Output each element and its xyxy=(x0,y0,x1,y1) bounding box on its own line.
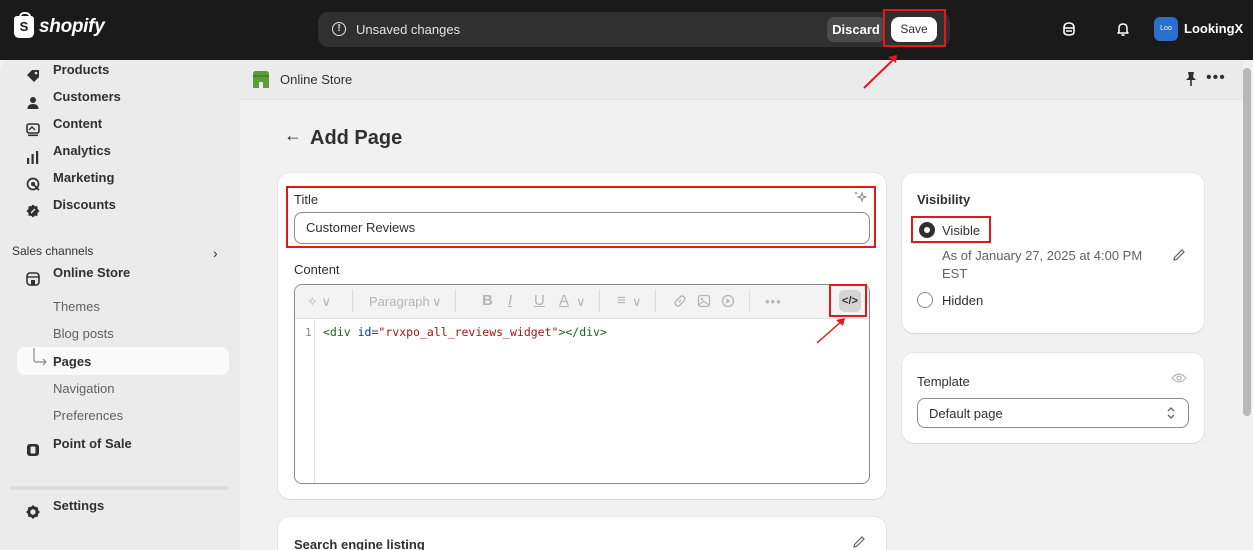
alert-circle-icon: ! xyxy=(332,22,346,36)
sidebar-item-themes[interactable]: Themes xyxy=(53,299,100,314)
discount-icon xyxy=(26,204,40,218)
toolbar-divider xyxy=(352,290,353,312)
sidebar-item-label: Marketing xyxy=(53,169,115,185)
visibility-title: Visibility xyxy=(917,192,971,207)
visible-timezone: EST xyxy=(942,266,968,281)
store-name: Online Store xyxy=(280,72,353,87)
more-horizontal-icon[interactable]: ••• xyxy=(1206,69,1226,87)
toolbar-divider xyxy=(455,290,456,312)
bell-icon[interactable] xyxy=(1115,21,1131,37)
sidebar-item-label: Point of Sale xyxy=(53,435,132,451)
code-line[interactable]: <div id="rvxpo_all_reviews_widget"></div… xyxy=(323,325,607,339)
template-title: Template xyxy=(917,374,970,389)
paragraph-format-select[interactable]: Paragraph xyxy=(369,294,430,309)
italic-icon[interactable]: I xyxy=(508,292,512,309)
pencil-icon[interactable] xyxy=(852,535,866,549)
chevron-down-icon[interactable]: ∨ xyxy=(576,294,586,310)
toolbar-divider xyxy=(655,290,656,312)
unsaved-changes-text: Unsaved changes xyxy=(356,22,461,37)
editor-toolbar: ✧ ∨ Paragraph ∨ B I U A ∨ ≡ ∨ ••• </> xyxy=(295,285,869,319)
template-select[interactable]: Default page xyxy=(917,398,1189,428)
template-selected: Default page xyxy=(929,406,1003,421)
chevron-down-icon[interactable]: ∨ xyxy=(432,294,442,310)
gear-icon xyxy=(26,505,40,519)
ai-sparkle-icon[interactable]: ✧ ∨ xyxy=(307,294,331,310)
hidden-radio[interactable] xyxy=(917,292,933,308)
more-horizontal-icon[interactable]: ••• xyxy=(765,294,782,309)
sidebar-item-label: Discounts xyxy=(53,196,116,212)
tree-connector-icon xyxy=(33,348,47,366)
page-title: Add Page xyxy=(310,127,403,149)
sidebar-item-navigation[interactable]: Navigation xyxy=(53,381,114,396)
unsaved-changes-bar: ! Unsaved changes Discard Save xyxy=(318,12,950,47)
align-icon[interactable]: ≡ xyxy=(617,292,626,309)
top-bar: S shopify ! Unsaved changes Discard Save… xyxy=(0,0,1253,60)
person-icon xyxy=(27,97,39,109)
discard-button[interactable]: Discard xyxy=(827,17,885,42)
eye-icon[interactable] xyxy=(1171,372,1187,384)
content-label: Content xyxy=(294,262,340,277)
code-toggle-highlight-box xyxy=(829,284,867,317)
seo-title: Search engine listing xyxy=(294,537,425,550)
sidebar-item-preferences[interactable]: Preferences xyxy=(53,408,123,423)
sales-channels-title: Sales channels xyxy=(12,244,94,258)
line-number-gutter xyxy=(295,319,315,483)
visible-date: As of January 27, 2025 at 4:00 PM xyxy=(942,248,1143,263)
toolbar-divider xyxy=(599,290,600,312)
store-icon xyxy=(26,272,40,286)
video-icon[interactable] xyxy=(721,294,735,308)
image-icon[interactable] xyxy=(697,294,711,308)
code-tag-close: ></div> xyxy=(558,325,607,339)
back-arrow-icon[interactable]: ← xyxy=(284,125,302,146)
brand-name: shopify xyxy=(39,16,105,37)
avatar[interactable]: Loo xyxy=(1154,17,1178,41)
scrollbar[interactable] xyxy=(1243,68,1251,416)
title-highlight-box xyxy=(286,186,876,248)
code-attr: id xyxy=(357,325,372,339)
code-value: "rvxpo_all_reviews_widget" xyxy=(378,325,559,339)
sidebar-item-label: Products xyxy=(53,61,110,77)
sidebar-item-label: Analytics xyxy=(53,142,111,158)
sidebar-item-label: Customers xyxy=(53,88,121,104)
sidebar-item-label: Content xyxy=(53,115,103,131)
target-icon xyxy=(26,177,40,191)
code-tag-open: <div xyxy=(323,325,358,339)
sidebar-item-pages-active[interactable] xyxy=(17,347,229,375)
pin-icon[interactable] xyxy=(1185,71,1197,87)
visible-highlight-box xyxy=(911,216,991,243)
sidekick-icon[interactable] xyxy=(1061,21,1077,37)
sidebar-item-label: Online Store xyxy=(53,264,131,280)
shopify-logo[interactable]: S shopify xyxy=(14,12,105,38)
select-chevron-icon xyxy=(1167,407,1175,419)
bar-chart-icon xyxy=(27,151,39,164)
sidebar-divider xyxy=(10,486,228,490)
logo-glyph: S xyxy=(19,19,29,34)
user-name[interactable]: LookingX xyxy=(1184,21,1243,36)
pencil-icon[interactable] xyxy=(1172,248,1186,262)
link-icon[interactable] xyxy=(673,294,687,308)
chevron-right-icon[interactable]: › xyxy=(213,245,218,261)
save-highlight-box xyxy=(883,9,946,47)
sidebar-item-label: Settings xyxy=(53,497,105,513)
pos-icon xyxy=(27,444,39,456)
underline-icon[interactable]: U xyxy=(534,292,545,309)
line-number: 1 xyxy=(305,326,312,339)
content-icon xyxy=(26,123,40,137)
sidebar-item-blog-posts[interactable]: Blog posts xyxy=(53,326,114,341)
tag-icon xyxy=(27,70,39,82)
chevron-down-icon[interactable]: ∨ xyxy=(632,294,642,310)
shopify-bag-icon: S xyxy=(14,12,34,38)
hidden-label[interactable]: Hidden xyxy=(942,293,983,308)
store-header: Online Store ••• xyxy=(240,60,1243,100)
toolbar-divider xyxy=(749,290,750,312)
sidebar-item-pages[interactable]: Pages xyxy=(53,354,91,369)
bold-icon[interactable]: B xyxy=(482,292,493,309)
text-color-icon[interactable]: A xyxy=(559,292,569,309)
online-store-logo-icon xyxy=(253,71,269,88)
content-editor[interactable]: ✧ ∨ Paragraph ∨ B I U A ∨ ≡ ∨ ••• </> 1 … xyxy=(294,284,870,484)
